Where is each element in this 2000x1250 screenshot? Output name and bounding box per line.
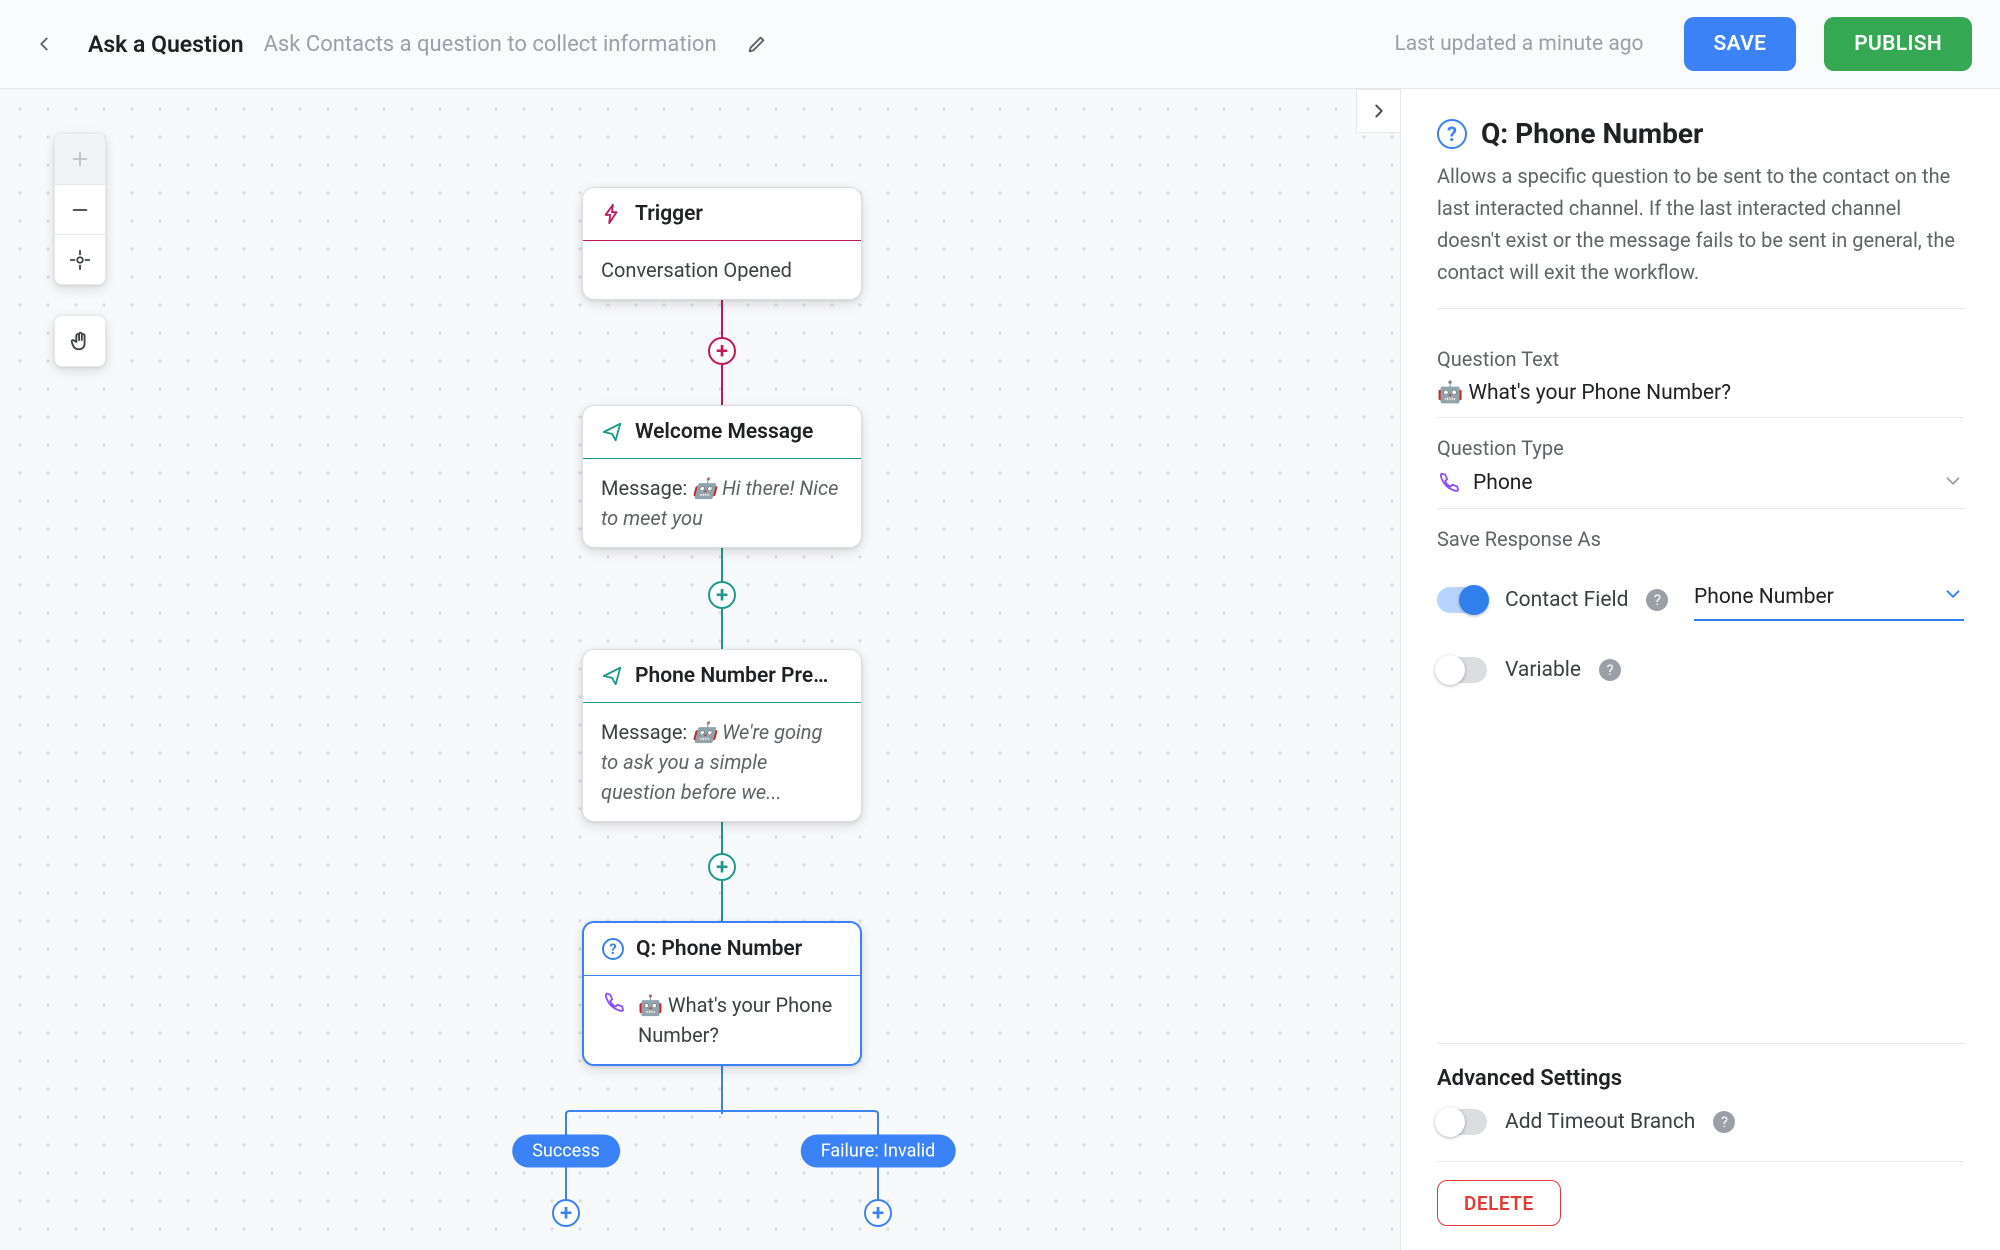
node-trigger[interactable]: Trigger Conversation Opened (582, 187, 862, 300)
add-step-after-premise[interactable]: + (708, 853, 736, 881)
side-panel: ? Q: Phone Number Allows a specific ques… (1400, 89, 2000, 1250)
question-text-field[interactable]: 🤖 What's your Phone Number? (1437, 381, 1964, 418)
chevron-down-icon (1942, 583, 1964, 611)
minus-icon (69, 199, 91, 221)
side-panel-title: Q: Phone Number (1481, 117, 1703, 150)
node-welcome-message[interactable]: Welcome Message Message: 🤖 Hi there! Nic… (582, 405, 862, 548)
chevron-down-icon (1942, 470, 1964, 496)
phone-icon (602, 990, 624, 1020)
timeout-toggle[interactable] (1437, 1109, 1487, 1135)
node-welcome-title: Welcome Message (635, 420, 813, 444)
contact-field-toggle[interactable] (1437, 587, 1487, 613)
node-trigger-title: Trigger (635, 202, 703, 226)
arrow-left-icon (33, 33, 55, 55)
recenter-icon (69, 249, 91, 271)
pan-toolgroup (54, 315, 106, 367)
lightning-icon (601, 203, 623, 225)
hand-tool-button[interactable] (55, 316, 105, 366)
help-icon[interactable]: ? (1599, 659, 1621, 681)
pencil-icon (746, 33, 768, 55)
branch-success[interactable]: Success (512, 1135, 620, 1168)
edit-title-button[interactable] (741, 28, 773, 60)
last-updated-text: Last updated a minute ago (1394, 32, 1643, 56)
question-icon: ? (602, 938, 624, 960)
node-premise-body: Message: 🤖 We're going to ask you a simp… (583, 703, 861, 821)
question-icon: ? (1437, 119, 1467, 149)
phone-icon (1437, 470, 1459, 496)
node-phone-premise[interactable]: Phone Number Premise … Message: 🤖 We're … (582, 649, 862, 822)
node-question-title: Q: Phone Number (636, 937, 802, 961)
zoom-out-button[interactable] (55, 184, 105, 234)
add-step-failure-branch[interactable]: + (864, 1199, 892, 1227)
fit-to-screen-button[interactable] (55, 234, 105, 284)
node-question-phone[interactable]: ? Q: Phone Number 🤖 What's your Phone Nu… (582, 921, 862, 1066)
timeout-label: Add Timeout Branch (1505, 1110, 1695, 1134)
canvas-toolbox (54, 133, 106, 367)
plus-icon (69, 148, 91, 170)
workflow-title: Ask a Question (88, 31, 244, 58)
save-button[interactable]: SAVE (1684, 17, 1797, 71)
question-type-select[interactable]: Phone (1437, 470, 1964, 509)
question-text-label: Question Text (1437, 347, 1964, 371)
delete-step-button[interactable]: DELETE (1437, 1180, 1561, 1226)
workflow-canvas[interactable]: Trigger Conversation Opened + Welcome Me… (0, 89, 1400, 1250)
advanced-settings-label: Advanced Settings (1437, 1043, 1964, 1091)
node-welcome-body: Message: 🤖 Hi there! Nice to meet you (583, 459, 861, 547)
publish-button[interactable]: PUBLISH (1824, 17, 1972, 71)
variable-toggle[interactable] (1437, 657, 1487, 683)
node-premise-title: Phone Number Premise … (635, 664, 843, 688)
save-response-label: Save Response As (1437, 527, 1964, 551)
variable-label: Variable (1505, 658, 1581, 682)
workflow-topbar: Ask a Question Ask Contacts a question t… (0, 0, 2000, 89)
zoom-in-button[interactable] (55, 134, 105, 184)
contact-field-select[interactable]: Phone Number (1694, 579, 1964, 621)
add-step-success-branch[interactable]: + (552, 1199, 580, 1227)
question-type-label: Question Type (1437, 436, 1964, 460)
chevron-right-icon (1368, 100, 1390, 122)
branch-failure[interactable]: Failure: Invalid (801, 1135, 956, 1168)
side-panel-description: Allows a specific question to be sent to… (1437, 160, 1964, 309)
back-button[interactable] (28, 28, 60, 60)
help-icon[interactable]: ? (1646, 589, 1668, 611)
send-icon (601, 665, 623, 687)
collapse-side-panel-button[interactable] (1356, 89, 1400, 133)
add-step-after-trigger[interactable]: + (708, 337, 736, 365)
workflow-subtitle: Ask Contacts a question to collect infor… (264, 32, 717, 57)
help-icon[interactable]: ? (1713, 1111, 1735, 1133)
contact-field-label: Contact Field (1505, 588, 1628, 612)
send-icon (601, 421, 623, 443)
node-trigger-body: Conversation Opened (583, 241, 861, 299)
zoom-toolgroup (54, 133, 106, 285)
hand-icon (69, 330, 91, 352)
add-step-after-welcome[interactable]: + (708, 581, 736, 609)
node-question-body: 🤖 What's your Phone Number? (584, 976, 860, 1064)
